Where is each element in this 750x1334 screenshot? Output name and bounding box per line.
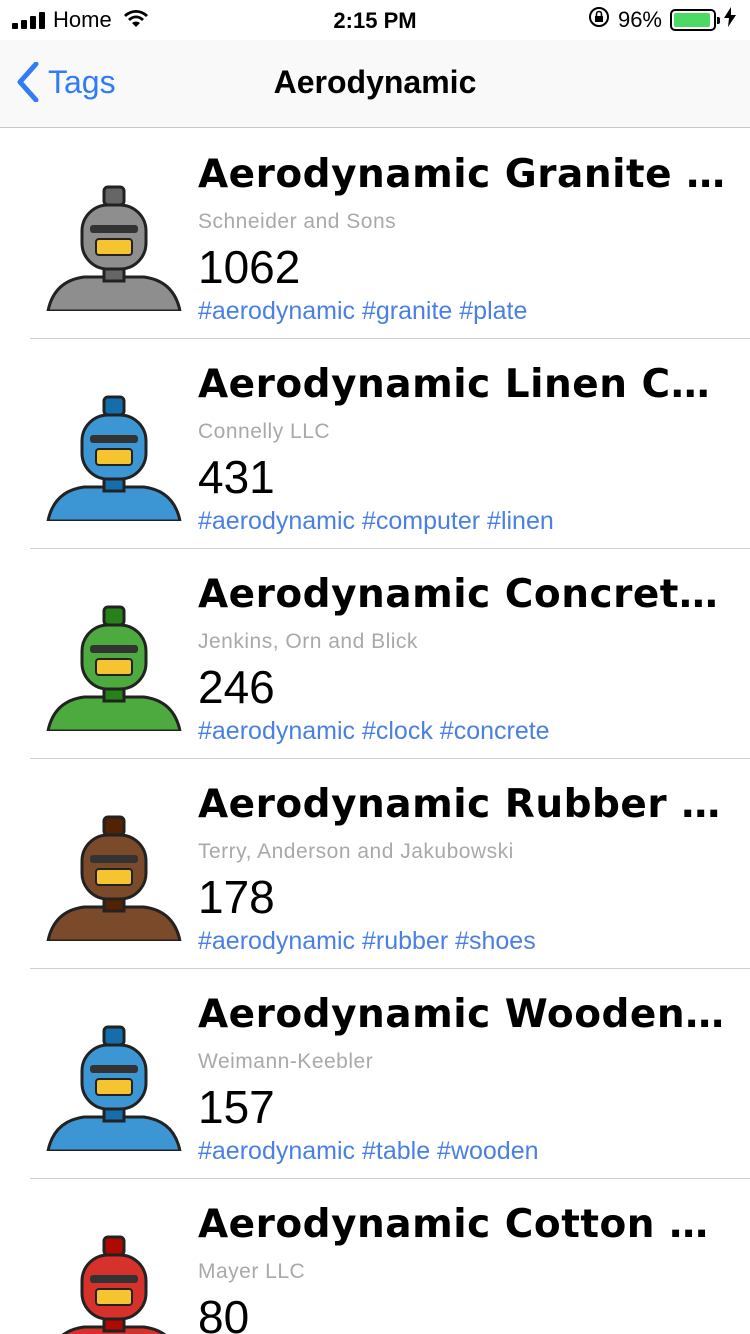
robot-avatar [44,379,184,521]
page-title: Aerodynamic [273,64,477,100]
item-count: 246 [198,661,275,713]
list-item[interactable]: Aerodynamic Cotton Ke… Mayer LLC 80 [0,1179,750,1334]
battery-fill [674,13,711,27]
item-title: Aerodynamic Granite Pl… [198,152,728,197]
item-count: 157 [198,1081,275,1133]
product-list: Aerodynamic Granite Pl… Schneider and So… [0,129,750,1334]
list-item[interactable]: Aerodynamic Wooden T… Weimann-Keebler 15… [0,969,750,1179]
item-company: Connelly LLC [198,420,331,443]
list-item[interactable]: Aerodynamic Granite Pl… Schneider and So… [0,129,750,339]
item-title: Aerodynamic Cotton Ke… [198,1202,728,1247]
orientation-lock-icon [588,6,610,34]
item-company: Schneider and Sons [198,210,397,233]
item-company: Jenkins, Orn and Blick [198,630,418,653]
item-tags[interactable]: #aerodynamic #rubber #shoes [198,925,728,957]
status-right: 96% [588,6,736,34]
status-bar: Home 2:15 PM 96% [0,0,750,40]
list-item[interactable]: Aerodynamic Concrete… Jenkins, Orn and B… [0,549,750,759]
item-company: Terry, Anderson and Jakubowski [198,840,514,863]
item-count: 80 [198,1291,250,1334]
list-item[interactable]: Aerodynamic Linen Com… Connelly LLC 431 … [0,339,750,549]
robot-avatar [44,1009,184,1151]
item-tags[interactable]: #aerodynamic #granite #plate [198,295,728,327]
battery-percent: 96% [617,7,662,32]
item-company: Mayer LLC [198,1260,306,1283]
robot-avatar [44,799,184,941]
charging-icon [724,7,736,33]
robot-avatar [44,169,184,311]
list-item[interactable]: Aerodynamic Rubber Sh… Terry, Anderson a… [0,759,750,969]
item-tags[interactable]: #aerodynamic #computer #linen [198,505,728,537]
robot-avatar [44,589,184,731]
item-title: Aerodynamic Rubber Sh… [198,782,728,827]
item-count: 178 [198,871,275,923]
item-count: 431 [198,451,275,503]
item-title: Aerodynamic Linen Com… [198,362,728,407]
item-company: Weimann-Keebler [198,1050,374,1073]
item-tags[interactable]: #aerodynamic #table #wooden [198,1135,728,1167]
item-tags[interactable]: #aerodynamic #clock #concrete [198,715,728,747]
battery-icon [670,9,720,31]
item-count: 1062 [198,241,301,293]
navigation-bar: Tags Aerodynamic [0,40,750,128]
item-title: Aerodynamic Wooden T… [198,992,728,1037]
item-title: Aerodynamic Concrete… [198,572,728,617]
robot-avatar [44,1219,184,1334]
